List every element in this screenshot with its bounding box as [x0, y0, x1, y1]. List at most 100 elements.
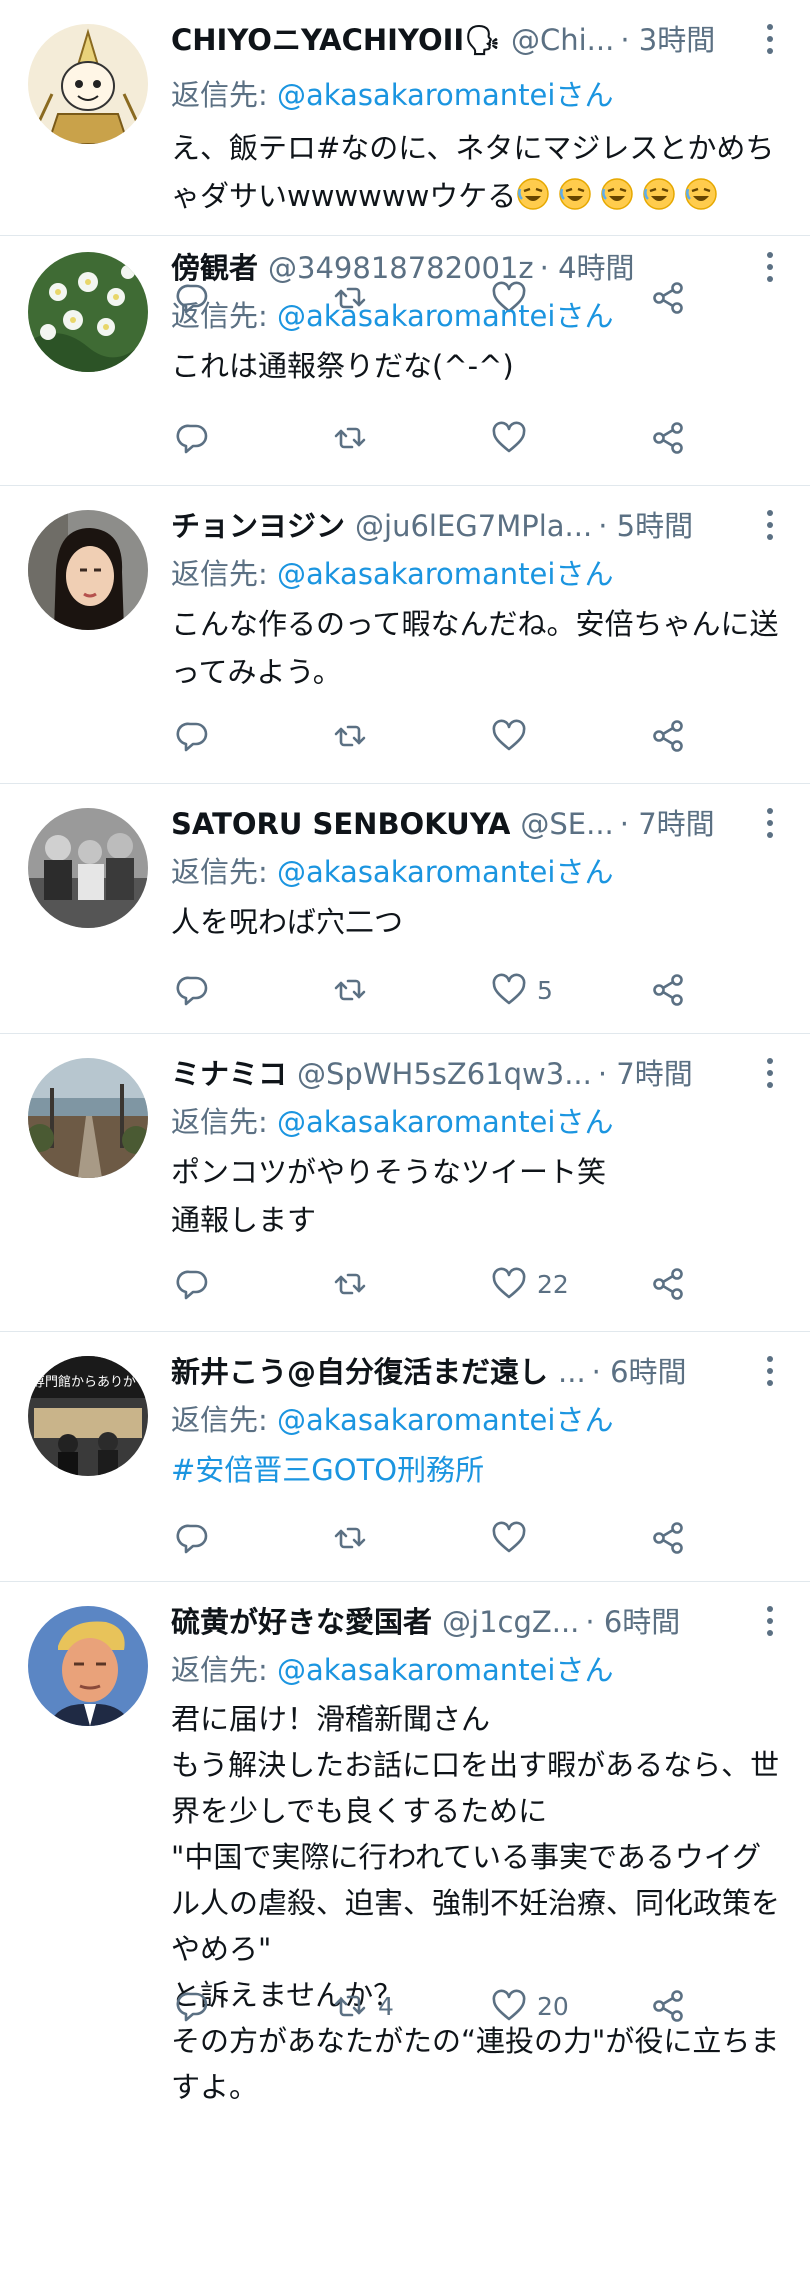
reply-handle-link[interactable]: @akasakaromanteiさん	[277, 557, 613, 591]
more-icon[interactable]	[764, 510, 776, 544]
tweet[interactable]: 硫黄が好きな愛国者 @j1cgZ... · 6時間 返信先: @akasakar…	[0, 1582, 810, 2104]
retweet-icon	[332, 1266, 368, 1302]
reply-prefix: 返信先:	[171, 1105, 277, 1139]
retweet-button[interactable]	[332, 1516, 368, 1560]
share-button[interactable]	[650, 968, 686, 1012]
user-handle[interactable]: ...	[558, 1350, 586, 1394]
tweet[interactable]: ミナミコ @SpWH5sZ61qw3... · 7時間 返信先: @akasak…	[0, 1034, 810, 1332]
timestamp[interactable]: · 5時間	[598, 504, 693, 548]
share-button[interactable]	[650, 1516, 686, 1560]
reply-button[interactable]	[175, 416, 211, 460]
retweet-button[interactable]: 4	[332, 1984, 394, 2028]
rofl-emoji	[643, 178, 676, 210]
display-name[interactable]: 新井こう@自分復活まだ遠し	[171, 1350, 548, 1394]
reply-context: 返信先: @akasakaromanteiさん	[171, 1100, 613, 1144]
tweet-header: 傍観者 @349818782001z · 4時間	[171, 246, 750, 290]
action-bar: 5	[0, 968, 810, 1012]
user-handle[interactable]: @j1cgZ...	[442, 1600, 579, 1644]
reply-button[interactable]	[175, 714, 211, 758]
timestamp[interactable]: · 6時間	[592, 1350, 687, 1394]
like-icon	[491, 1988, 527, 2024]
user-handle[interactable]: @ju6lEG7MPla...	[355, 504, 592, 548]
share-button[interactable]	[650, 1262, 686, 1306]
tweet-text: ポンコツがやりそうなツイート笑 通報します	[171, 1155, 607, 1237]
reply-handle-link[interactable]: @akasakaromanteiさん	[277, 299, 613, 333]
retweet-button[interactable]	[332, 968, 368, 1012]
retweet-button[interactable]	[332, 1262, 368, 1306]
reply-button[interactable]	[175, 968, 211, 1012]
user-handle[interactable]: @SE...	[520, 802, 613, 846]
hashtag-link[interactable]: #安倍晋三GOTO刑務所	[171, 1446, 781, 1494]
retweet-button[interactable]	[332, 714, 368, 758]
retweet-button[interactable]	[332, 416, 368, 460]
like-button[interactable]	[491, 714, 527, 758]
display-name[interactable]: ミナミコ	[171, 1052, 287, 1096]
more-icon[interactable]	[764, 24, 776, 58]
protest-photo-avatar: 専門館からありが	[28, 1356, 148, 1476]
display-name[interactable]: 傍観者	[171, 246, 258, 290]
man-portrait-avatar	[28, 1606, 148, 1726]
tweet[interactable]: CHIYOニYACHIYOII🗣 @Chi... · 3時間 返信先: @aka…	[0, 0, 810, 314]
user-handle[interactable]: @Chi...	[511, 18, 614, 62]
tweet-text: え、飯テロ#なのに、ネタにマジレスとかめちゃダサいwwwwwwウケる	[171, 124, 781, 220]
retweet-icon	[332, 1988, 368, 2024]
display-name[interactable]: SATORU SENBOKUYA	[171, 802, 510, 846]
display-name[interactable]: チョンヨジン	[171, 504, 345, 548]
reply-button[interactable]	[175, 1262, 211, 1306]
like-button[interactable]: 20	[491, 1984, 569, 2028]
display-name[interactable]: 硫黄が好きな愛国者	[171, 1600, 432, 1644]
like-button[interactable]: 5	[491, 968, 553, 1012]
more-icon[interactable]	[764, 808, 776, 842]
share-button[interactable]	[650, 714, 686, 758]
tweet[interactable]: チョンヨジン @ju6lEG7MPla... · 5時間 返信先: @akasa…	[0, 486, 810, 784]
action-bar: 22	[0, 1262, 810, 1306]
share-icon	[650, 1266, 686, 1302]
tweet-header: SATORU SENBOKUYA @SE... · 7時間	[171, 802, 750, 846]
rofl-emoji	[685, 178, 718, 210]
reply-icon	[175, 718, 211, 754]
more-icon[interactable]	[764, 1356, 776, 1390]
rofl-emoji	[601, 178, 634, 210]
tweet-header: ミナミコ @SpWH5sZ61qw3... · 7時間	[171, 1052, 750, 1096]
user-handle[interactable]: @349818782001z	[268, 246, 534, 290]
reply-icon	[175, 1520, 211, 1556]
avatar[interactable]	[28, 1606, 148, 1726]
avatar[interactable]	[28, 24, 148, 144]
tweet[interactable]: 傍観者 @349818782001z · 4時間 返信先: @akasakaro…	[0, 236, 810, 486]
avatar[interactable]	[28, 1058, 148, 1178]
timestamp[interactable]: · 7時間	[620, 802, 715, 846]
reply-handle-link[interactable]: @akasakaromanteiさん	[277, 855, 613, 889]
timestamp[interactable]: · 3時間	[620, 18, 715, 62]
reply-handle-link[interactable]: @akasakaromanteiさん	[277, 78, 613, 112]
avatar[interactable]: 専門館からありが	[28, 1356, 148, 1476]
tweet[interactable]: SATORU SENBOKUYA @SE... · 7時間 返信先: @akas…	[0, 784, 810, 1034]
more-icon[interactable]	[764, 1058, 776, 1092]
reply-handle-link[interactable]: @akasakaromanteiさん	[277, 1653, 613, 1687]
reply-handle-link[interactable]: @akasakaromanteiさん	[277, 1105, 613, 1139]
more-icon[interactable]	[764, 252, 776, 286]
timestamp[interactable]: · 6時間	[585, 1600, 680, 1644]
reply-button[interactable]	[175, 1984, 211, 2028]
reply-context: 返信先: @akasakaromanteiさん	[171, 73, 613, 117]
reply-handle-link[interactable]: @akasakaromanteiさん	[277, 1403, 613, 1437]
like-button[interactable]	[491, 416, 527, 460]
more-icon[interactable]	[764, 1606, 776, 1640]
reply-button[interactable]	[175, 1516, 211, 1560]
display-name[interactable]: CHIYOニYACHIYOII🗣	[171, 18, 501, 62]
share-button[interactable]	[650, 416, 686, 460]
retweet-icon	[332, 718, 368, 754]
avatar[interactable]	[28, 252, 148, 372]
share-button[interactable]	[650, 1984, 686, 2028]
tweet[interactable]: 専門館からありが 新井こう@自分復活まだ遠し ... · 6時間 返信先: @a…	[0, 1332, 810, 1582]
avatar[interactable]	[28, 808, 148, 928]
timestamp[interactable]: · 7時間	[598, 1052, 693, 1096]
reply-context: 返信先: @akasakaromanteiさん	[171, 552, 613, 596]
reply-prefix: 返信先:	[171, 299, 277, 333]
like-button[interactable]	[491, 1516, 527, 1560]
timestamp[interactable]: · 4時間	[540, 246, 635, 290]
bw-group-photo-avatar	[28, 808, 148, 928]
like-button[interactable]: 22	[491, 1262, 569, 1306]
avatar[interactable]	[28, 510, 148, 630]
retweet-count: 4	[378, 1991, 394, 2021]
user-handle[interactable]: @SpWH5sZ61qw3...	[297, 1052, 592, 1096]
